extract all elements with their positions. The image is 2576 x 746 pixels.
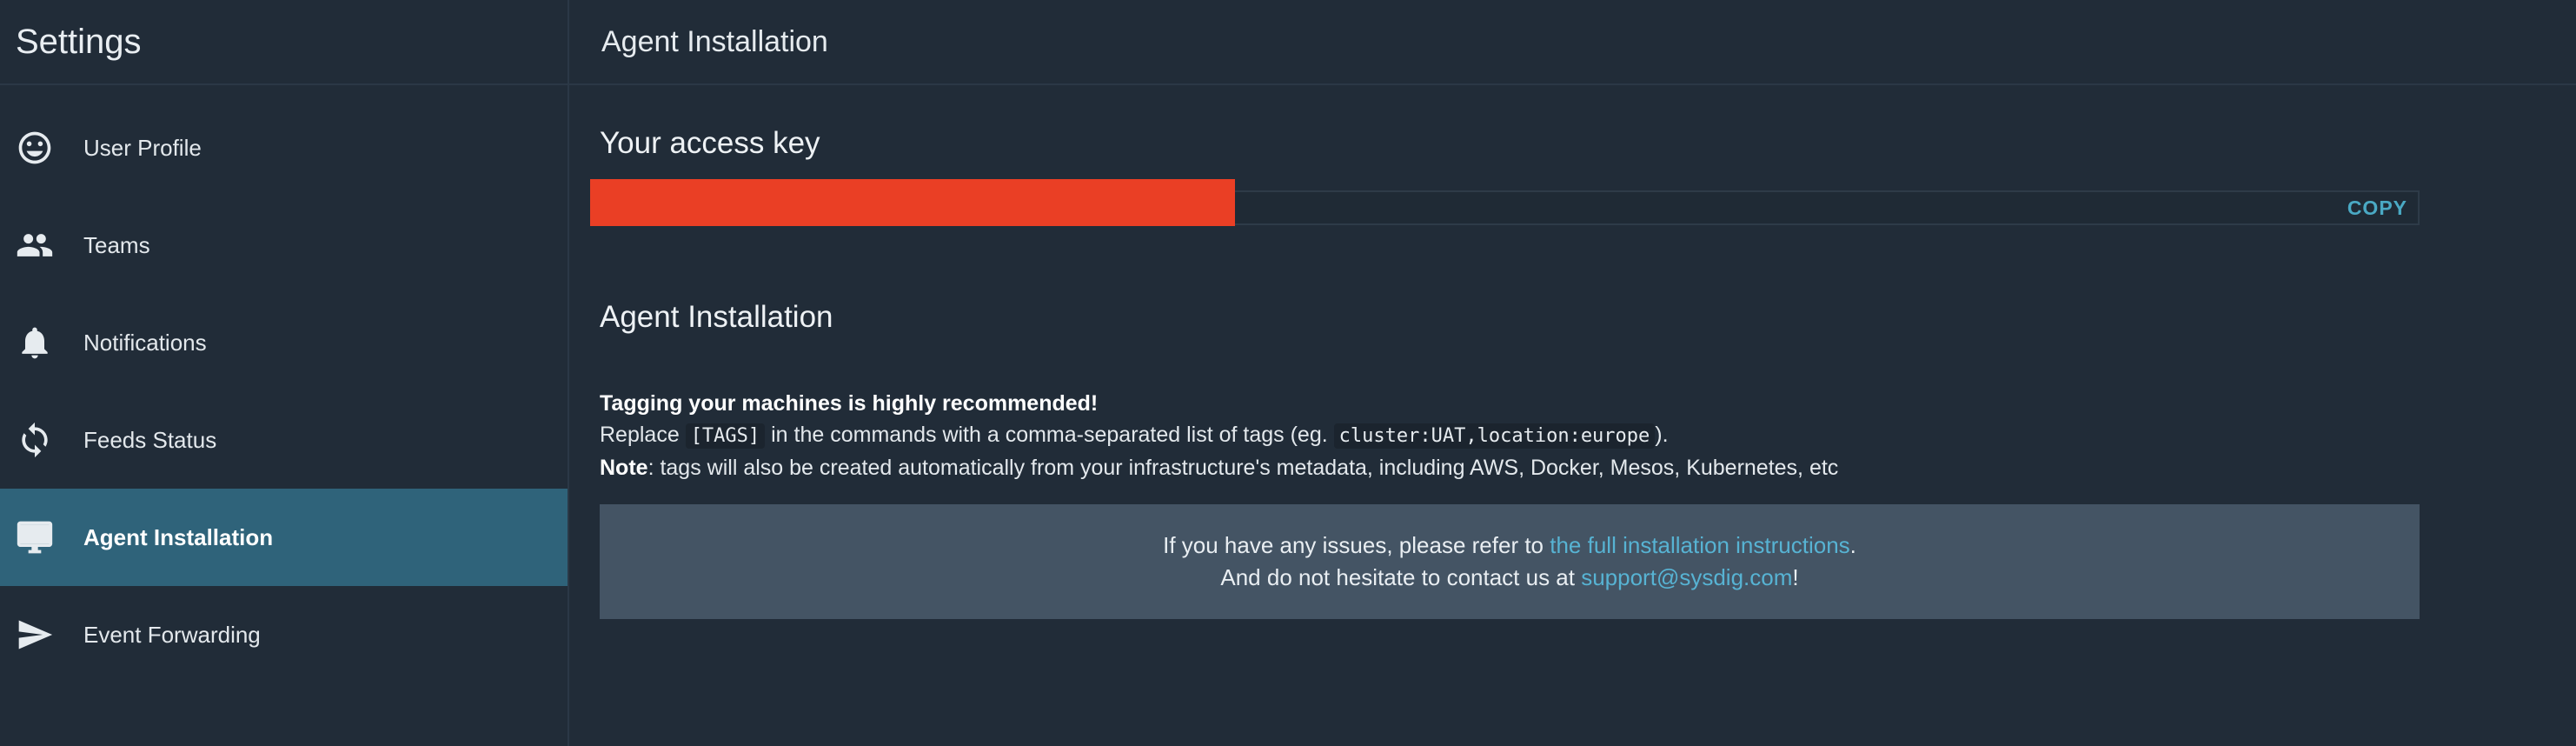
help-line-2: And do not hesitate to contact us at sup…	[1220, 562, 1798, 594]
tagging-recommendation: Tagging your machines is highly recommen…	[600, 388, 1838, 419]
note-label: Note	[600, 456, 648, 480]
sidebar-item-label: User Profile	[83, 134, 202, 161]
sidebar-item-user-profile[interactable]: User Profile	[0, 99, 568, 196]
sidebar-item-feeds-status[interactable]: Feeds Status	[0, 391, 568, 489]
help-line-1: If you have any issues, please refer to …	[1163, 530, 1856, 562]
replace-prefix: Replace	[600, 423, 680, 447]
help-line-1-suffix: .	[1849, 532, 1856, 558]
agent-installation-heading: Agent Installation	[600, 300, 833, 334]
bell-icon	[16, 323, 54, 362]
access-key-heading: Your access key	[600, 126, 820, 160]
sidebar-item-agent-installation[interactable]: Agent Installation	[0, 489, 568, 586]
sidebar: Settings User Profile Teams Notification…	[0, 0, 569, 746]
example-tags-code: cluster:UAT,location:europe	[1333, 423, 1656, 449]
sidebar-item-label: Teams	[83, 231, 150, 258]
note-text: : tags will also be created automaticall…	[647, 456, 1839, 480]
sidebar-item-event-forwarding[interactable]: Event Forwarding	[0, 586, 568, 683]
settings-app: Settings User Profile Teams Notification…	[0, 0, 2576, 746]
monitor-icon	[16, 518, 54, 556]
example-separator: ,	[1465, 425, 1477, 447]
tags-placeholder-code: [TAGS]	[685, 423, 766, 449]
sidebar-item-teams[interactable]: Teams	[0, 196, 568, 294]
sidebar-item-label: Feeds Status	[83, 426, 217, 453]
sidebar-item-label: Agent Installation	[83, 523, 274, 550]
help-box: If you have any issues, please refer to …	[600, 504, 2420, 619]
page-title: Agent Installation	[601, 24, 828, 58]
smiley-face-icon	[16, 129, 54, 167]
sidebar-item-label: Notifications	[83, 329, 207, 356]
sidebar-header: Settings	[0, 0, 568, 85]
tags-note: Note: tags will also be created automati…	[600, 452, 1838, 483]
help-line-1-prefix: If you have any issues, please refer to	[1163, 532, 1544, 558]
replace-middle: in the commands with a comma-separated l…	[771, 423, 1328, 447]
example-tag-1: cluster:UAT	[1338, 425, 1466, 447]
sidebar-item-notifications[interactable]: Notifications	[0, 294, 568, 391]
sync-icon	[16, 421, 54, 459]
help-line-2-suffix: !	[1792, 564, 1799, 590]
main-header: Agent Installation	[569, 0, 2576, 85]
send-icon	[16, 616, 54, 654]
sidebar-item-label: Event Forwarding	[83, 621, 261, 648]
replace-instructions: Replace [TAGS] in the commands with a co…	[600, 419, 1838, 452]
copy-button[interactable]: COPY	[2347, 196, 2407, 220]
help-line-2-prefix: And do not hesitate to contact us at	[1220, 564, 1575, 590]
access-key-redaction	[590, 179, 1235, 226]
tagging-bold-text: Tagging your machines is highly recommen…	[600, 391, 1099, 416]
sidebar-title: Settings	[16, 22, 142, 61]
tagging-info: Tagging your machines is highly recommen…	[600, 388, 1838, 483]
replace-suffix: ).	[1655, 423, 1669, 447]
main-content: Agent Installation Your access key COPY …	[569, 0, 2576, 746]
example-tag-2: location:europe	[1477, 425, 1650, 447]
sidebar-nav: User Profile Teams Notifications Feeds S…	[0, 99, 568, 683]
support-email-link[interactable]: support@sysdig.com	[1581, 564, 1792, 590]
installation-instructions-link[interactable]: the full installation instructions	[1550, 532, 1849, 558]
people-icon	[16, 226, 54, 264]
